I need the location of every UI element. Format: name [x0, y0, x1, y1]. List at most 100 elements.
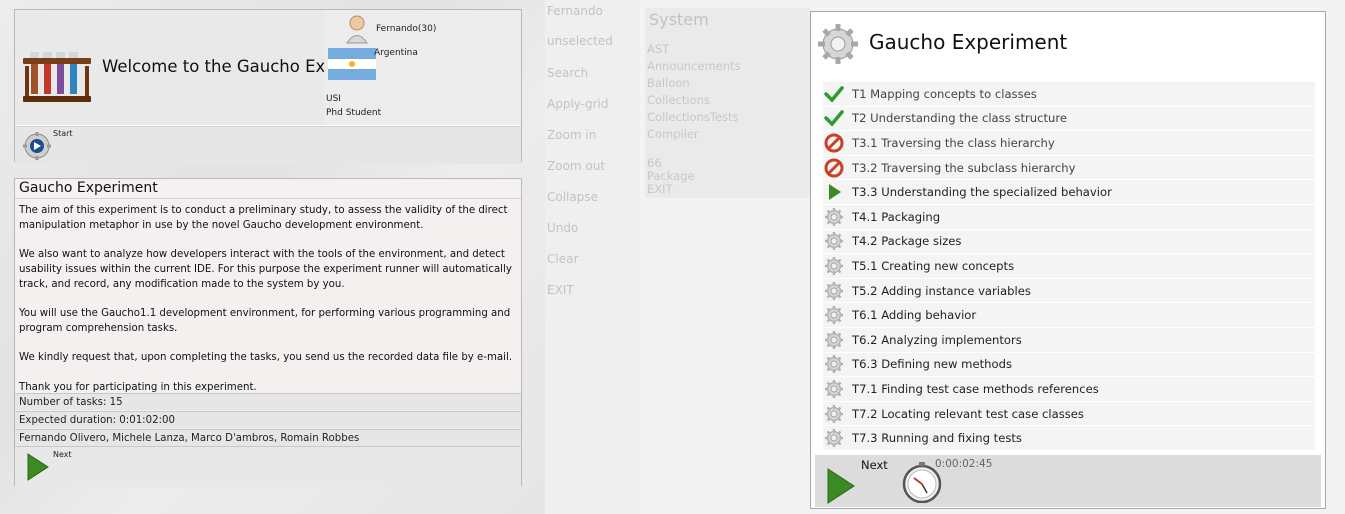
- experiment-info-panel: Gaucho Experiment The aim of this experi…: [14, 178, 522, 487]
- sidebar-item: Apply-grid: [547, 97, 609, 111]
- welcome-header: Welcome to the Gaucho Experiment Fernand…: [15, 10, 521, 125]
- info-description: The aim of this experiment is to conduct…: [19, 204, 515, 410]
- task-label: T7.1 Finding test case methods reference…: [852, 381, 1099, 396]
- task-label: T6.3 Defining new methods: [852, 357, 1012, 372]
- background-sidebar: Fernando unselected Search Apply-grid Zo…: [545, 0, 640, 514]
- gear-icon: [818, 24, 858, 64]
- gear-icon: [824, 428, 844, 448]
- duration-row: Expected duration: 0:01:02:00: [15, 411, 521, 428]
- gear-icon: [824, 207, 844, 227]
- welcome-footer: Start: [15, 126, 521, 164]
- task-label: T7.2 Locating relevant test case classes: [852, 406, 1084, 421]
- gear-icon: [824, 256, 844, 276]
- sidebar-item: Clear: [547, 252, 579, 266]
- task-label: T2 Understanding the class structure: [852, 111, 1068, 126]
- system-item: EXIT: [647, 182, 673, 196]
- system-item: Package: [647, 169, 695, 183]
- info-paragraph: We kindly request that, upon completing …: [19, 352, 513, 364]
- task-label: T7.3 Running and fixing tests: [852, 431, 1022, 446]
- system-item: Compiler: [647, 127, 699, 141]
- task-item[interactable]: T2 Understanding the class structure: [823, 106, 1315, 132]
- stop-icon: [824, 158, 844, 178]
- sidebar-item: Search: [547, 66, 589, 80]
- system-item: Balloon: [647, 76, 690, 90]
- task-label: T5.2 Adding instance variables: [852, 283, 1031, 298]
- task-item[interactable]: T7.2 Locating relevant test case classes: [823, 401, 1315, 427]
- checkmark-icon: [824, 84, 844, 104]
- task-label: T3.2 Traversing the subclass hierarchy: [852, 160, 1076, 175]
- task-item[interactable]: T6.1 Adding behavior: [823, 303, 1315, 328]
- argentina-flag-icon: [328, 48, 376, 80]
- next-task-label: Next: [861, 458, 888, 472]
- gear-icon: [824, 354, 844, 374]
- info-paragraph: The aim of this experiment is to conduct…: [19, 205, 508, 231]
- gear-icon: [824, 231, 844, 251]
- task-label: T4.2 Package sizes: [852, 234, 962, 249]
- tasks-window: Gaucho Experiment T1 Mapping concepts to…: [810, 11, 1326, 509]
- sidebar-item: Fernando: [547, 4, 603, 18]
- task-item[interactable]: T3.2 Traversing the subclass hierarchy: [823, 155, 1315, 181]
- info-next-area: Next: [15, 446, 521, 487]
- start-label: Start: [53, 129, 73, 138]
- system-item: Collections: [647, 93, 710, 107]
- system-item: AST: [647, 42, 670, 56]
- task-item[interactable]: T7.1 Finding test case methods reference…: [823, 377, 1315, 402]
- gear-icon: [824, 379, 844, 399]
- task-item[interactable]: T5.2 Adding instance variables: [823, 278, 1315, 304]
- sidebar-item: Collapse: [547, 190, 598, 204]
- sidebar-item: unselected: [547, 34, 613, 48]
- tasks-footer: Next 0:00:02:45: [815, 455, 1321, 507]
- system-item: CollectionsTests: [647, 110, 739, 124]
- info-paragraph: We also want to analyze how developers i…: [19, 249, 512, 290]
- system-title: System: [649, 10, 709, 29]
- task-label: T4.1 Packaging: [852, 209, 941, 224]
- task-item[interactable]: T6.2 Analyzing implementors: [823, 327, 1315, 353]
- user-avatar-icon: [346, 15, 368, 44]
- task-item[interactable]: T5.1 Creating new concepts: [823, 254, 1315, 279]
- user-name: Fernando(30): [376, 24, 437, 34]
- task-label: T3.3 Understanding the specialized behav…: [852, 185, 1112, 200]
- gear-icon: [824, 330, 844, 350]
- task-item[interactable]: T4.1 Packaging: [823, 204, 1315, 230]
- country-label: Argentina: [374, 48, 418, 58]
- checkmark-icon: [824, 108, 844, 128]
- gear-icon: [824, 404, 844, 424]
- play-icon: [824, 182, 844, 202]
- gear-icon: [824, 281, 844, 301]
- next-button[interactable]: [27, 453, 49, 481]
- task-item[interactable]: T4.2 Package sizes: [823, 229, 1315, 255]
- welcome-panel: Welcome to the Gaucho Experiment Fernand…: [14, 9, 522, 164]
- info-title: Gaucho Experiment: [19, 180, 158, 196]
- tasks-window-title: Gaucho Experiment: [869, 30, 1068, 54]
- task-item[interactable]: T3.3 Understanding the specialized behav…: [823, 180, 1315, 205]
- sidebar-item: Undo: [547, 221, 579, 235]
- test-tubes-rack-icon: [23, 52, 91, 102]
- task-label: T6.2 Analyzing implementors: [852, 332, 1022, 347]
- task-item[interactable]: T3.1 Traversing the class hierarchy: [823, 131, 1315, 156]
- start-gear-button[interactable]: [21, 131, 53, 161]
- task-label: T5.1 Creating new concepts: [852, 258, 1015, 273]
- institution-label: USI: [326, 94, 341, 104]
- elapsed-timer: 0:00:02:45: [935, 458, 993, 470]
- task-list: T1 Mapping concepts to classes T2 Underst…: [823, 82, 1315, 451]
- task-label: T6.1 Adding behavior: [852, 308, 977, 323]
- task-item[interactable]: T1 Mapping concepts to classes: [823, 82, 1315, 107]
- stop-icon: [824, 133, 844, 153]
- system-item: Announcements: [647, 59, 741, 73]
- sidebar-item: EXIT: [547, 283, 574, 297]
- task-item[interactable]: T6.3 Defining new methods: [823, 352, 1315, 378]
- system-item: 66: [647, 156, 662, 170]
- task-label: T1 Mapping concepts to classes: [852, 86, 1037, 101]
- task-item[interactable]: T7.3 Running and fixing tests: [823, 426, 1315, 451]
- user-info: Fernando(30) Argentina USI Phd Student: [324, 10, 521, 125]
- gear-icon: [824, 305, 844, 325]
- next-label: Next: [53, 450, 72, 459]
- background-system-panel: System AST Announcements Balloon Collect…: [645, 8, 810, 198]
- task-label: T3.1 Traversing the class hierarchy: [852, 135, 1055, 150]
- next-task-button[interactable]: [827, 468, 855, 504]
- authors-row: Fernando Olivero, Michele Lanza, Marco D…: [15, 429, 521, 446]
- sidebar-item: Zoom out: [547, 159, 606, 173]
- num-tasks-row: Number of tasks: 15: [15, 393, 521, 410]
- info-paragraph: You will use the Gaucho1.1 development e…: [19, 308, 511, 334]
- role-label: Phd Student: [326, 108, 382, 118]
